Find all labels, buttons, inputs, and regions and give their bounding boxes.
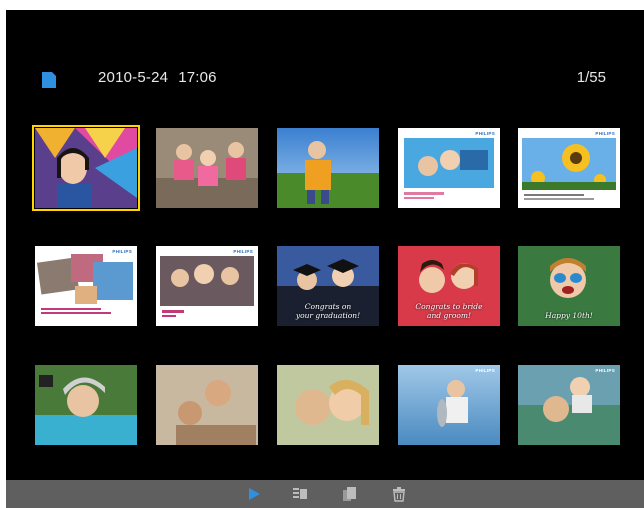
thumbnail-card-sunflowers[interactable]: PHILIPS <box>518 128 620 208</box>
philips-logo: PHILIPS <box>112 249 132 254</box>
thumbnail-caption: Congrats to bride and groom! <box>415 302 483 320</box>
thumbnail-graduation[interactable]: Congrats on your graduation! <box>277 246 379 326</box>
delete-button[interactable] <box>389 485 409 503</box>
play-slideshow-button[interactable] <box>244 485 264 503</box>
philips-logo: PHILIPS <box>475 368 495 373</box>
menu-button[interactable] <box>290 485 310 503</box>
thumbnail-boy-field[interactable] <box>277 128 379 208</box>
play-slideshow-icon <box>249 488 260 500</box>
philips-logo: PHILIPS <box>595 131 615 136</box>
thumbnail-couple[interactable]: Congrats to bride and groom! <box>398 246 500 326</box>
thumbnail-boy-fish[interactable]: PHILIPS <box>398 365 500 445</box>
delete-trash-icon <box>393 487 405 502</box>
settings-menu-icon <box>293 488 307 499</box>
philips-logo: PHILIPS <box>595 368 615 373</box>
philips-logo: PHILIPS <box>475 131 495 136</box>
thumbnail-card-perfect[interactable]: PHILIPS <box>156 246 258 326</box>
thumbnail-grid: PHILIPS PHILIPS PHILIPS PHILIPS Congrats… <box>6 10 644 480</box>
thumbnail-three-kids[interactable] <box>156 128 258 208</box>
photo-frame-screen: 2010-5-24 17:06 1/55 PHILIPS PHILIPS PHI… <box>6 10 644 508</box>
thumbnail-mother-child[interactable] <box>277 365 379 445</box>
thumbnail-card-friends[interactable]: PHILIPS <box>398 128 500 208</box>
copy-button[interactable] <box>340 485 360 503</box>
thumbnail-card-family-collage[interactable]: PHILIPS <box>35 246 137 326</box>
thumbnail-caption: Happy 10th! <box>545 311 593 320</box>
bottom-toolbar <box>6 480 644 508</box>
copy-photo-icon <box>343 487 356 501</box>
philips-logo: PHILIPS <box>233 249 253 254</box>
thumbnail-kid-helmet[interactable] <box>35 365 137 445</box>
thumbnail-father-kids[interactable] <box>156 365 258 445</box>
thumbnail-caption: Congrats on your graduation! <box>295 302 361 320</box>
thumbnail-girl-umbrella[interactable] <box>32 125 140 211</box>
thumbnail-goggles-kid[interactable]: Happy 10th! <box>518 246 620 326</box>
thumbnail-mother-baby[interactable]: PHILIPS <box>518 365 620 445</box>
